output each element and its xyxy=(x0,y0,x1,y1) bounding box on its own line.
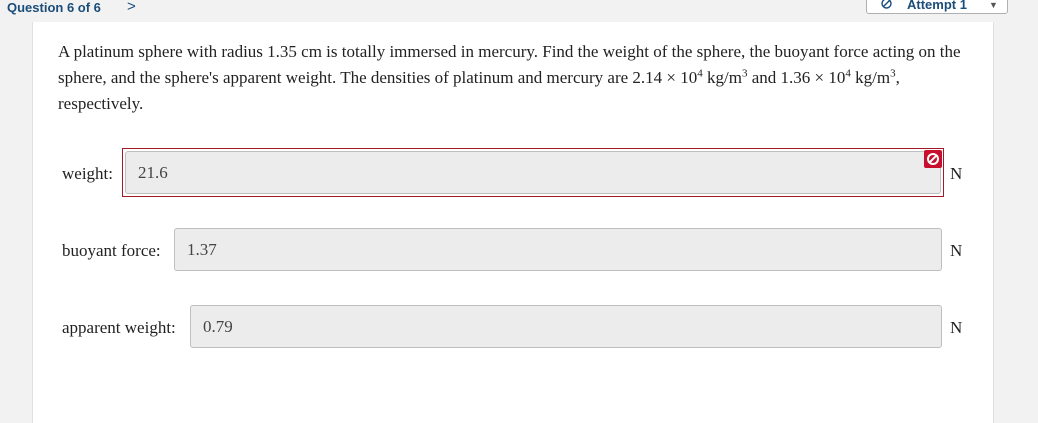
chevron-down-icon: ▼ xyxy=(989,0,998,10)
buoyant-force-input[interactable]: 1.37 xyxy=(174,228,942,271)
incorrect-attempt-icon xyxy=(881,0,892,9)
apparent-weight-label: apparent weight: xyxy=(62,318,176,337)
question-text: A platinum sphere with radius 1.35 cm is… xyxy=(58,42,961,113)
attempt-label: Attempt 1 xyxy=(907,0,967,12)
question-counter: Question 6 of 6 xyxy=(7,0,101,15)
incorrect-icon xyxy=(924,150,942,168)
weight-unit: N xyxy=(950,164,963,183)
apparent-weight-unit: N xyxy=(950,318,963,337)
buoyant-force-unit: N xyxy=(950,241,963,260)
top-bar: Question 6 of 6 > Attempt 1 ▼ xyxy=(0,0,1038,22)
weight-label: weight: xyxy=(62,164,113,183)
question-card: A platinum sphere with radius 1.35 cm is… xyxy=(32,22,994,423)
next-question-button[interactable]: > xyxy=(127,0,136,15)
weight-input[interactable]: 21.6 xyxy=(125,151,941,194)
attempt-dropdown[interactable]: Attempt 1 ▼ xyxy=(866,0,1008,14)
apparent-weight-input[interactable]: 0.79 xyxy=(190,305,942,348)
buoyant-force-label: buoyant force: xyxy=(62,241,161,260)
